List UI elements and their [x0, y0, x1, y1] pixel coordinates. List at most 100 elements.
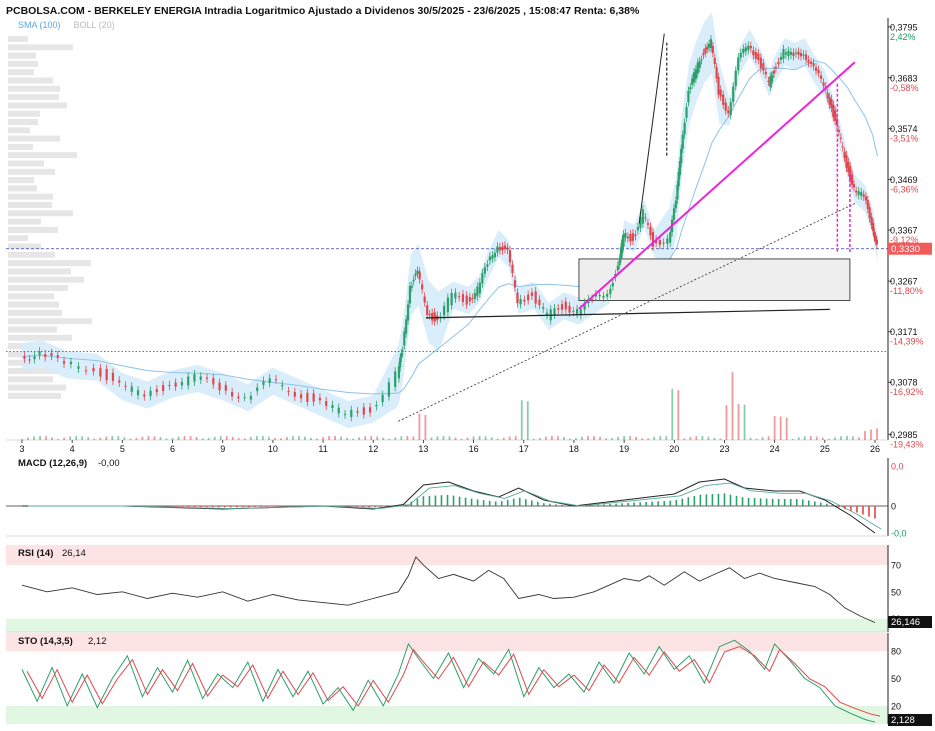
candle-body: [644, 217, 646, 218]
macd-histogram-bar: [236, 506, 238, 507]
candle-body: [50, 353, 52, 356]
price-tick-label: 0,3683: [890, 73, 918, 83]
macd-histogram-bar: [483, 500, 485, 506]
candle-body: [637, 227, 639, 230]
macd-histogram-bar: [471, 499, 473, 506]
volume-bar: [840, 436, 842, 440]
candle-body: [451, 293, 453, 305]
volume-bar: [178, 437, 180, 440]
support-trendline: [426, 309, 830, 317]
candle-body: [699, 61, 701, 68]
volume-bar: [804, 436, 806, 440]
volume-bar: [677, 390, 679, 440]
candle-body: [443, 306, 445, 316]
macd-histogram-bar: [188, 506, 190, 507]
macd-histogram-bar: [585, 505, 587, 506]
candle-body: [730, 102, 732, 115]
volume-bar: [250, 437, 252, 440]
macd-histogram-bar: [657, 501, 659, 506]
candle-body: [675, 201, 677, 209]
candle-body: [617, 266, 619, 271]
candle-body: [684, 122, 686, 134]
candle-body: [479, 283, 481, 294]
volume-bar: [563, 437, 565, 440]
candle-body: [851, 174, 853, 184]
candle-body: [649, 227, 651, 236]
volume-bar: [551, 436, 553, 440]
volume-bar: [69, 436, 71, 440]
macd-histogram-bar: [405, 504, 407, 506]
candle-body: [689, 87, 691, 89]
candle-body: [572, 311, 574, 312]
candle-body: [501, 247, 503, 251]
macd-histogram-bar: [555, 504, 557, 506]
volume-profile-bar: [8, 277, 84, 283]
candle-body: [553, 308, 555, 314]
candle-body: [143, 394, 145, 396]
macd-histogram-bar: [489, 501, 491, 506]
macd-histogram-bar: [272, 506, 274, 507]
price-tick-label: 0,3367: [890, 225, 918, 235]
macd-histogram-bar: [706, 494, 708, 506]
volume-bar: [527, 401, 529, 440]
macd-histogram-bar: [838, 506, 840, 507]
candle-body: [400, 353, 402, 358]
macd-histogram-bar: [730, 495, 732, 506]
candle-body: [506, 247, 508, 249]
volume-bar: [129, 439, 131, 440]
volume-bar: [623, 436, 625, 440]
chart-title: PCBOLSA.COM - BERKELEY ENERGIA Intradia …: [6, 5, 640, 17]
volume-profile-bar: [8, 210, 73, 216]
macd-histogram-bar: [814, 502, 816, 506]
volume-bar: [190, 436, 192, 440]
macd-histogram-bar: [760, 498, 762, 506]
candle-body: [124, 386, 126, 387]
candle-body: [187, 377, 189, 386]
x-tick-label: 24: [770, 444, 780, 454]
volume-bar: [376, 437, 378, 440]
volume-profile-bar: [8, 310, 62, 316]
volume-profile-bar: [8, 161, 44, 167]
macd-histogram-bar: [368, 506, 370, 507]
macd-histogram-bar: [242, 506, 244, 507]
candle-body: [175, 383, 177, 387]
volume-bar: [334, 436, 336, 440]
macd-histogram-bar: [525, 499, 527, 506]
volume-bar: [701, 436, 703, 440]
candle-body: [281, 385, 283, 386]
candle-body: [193, 374, 195, 381]
candle-body: [773, 71, 775, 74]
candle-body: [206, 378, 208, 379]
candle-body: [112, 373, 114, 381]
volume-bar: [220, 436, 222, 440]
candle-body: [527, 295, 529, 301]
volume-bar: [683, 438, 685, 440]
macd-histogram-bar: [591, 505, 593, 506]
candle-body: [275, 379, 277, 380]
sto-title: STO (14,3,5): [18, 636, 73, 647]
macd-ylabel: 0,0: [891, 462, 904, 472]
volume-bar: [834, 437, 836, 440]
candle-body: [712, 46, 714, 53]
macd-histogram-bar: [164, 506, 166, 507]
black-upline: [639, 34, 664, 224]
candle-body: [454, 293, 456, 299]
macd-histogram-bar: [567, 505, 569, 506]
candle-body: [538, 300, 540, 305]
volume-profile-bar: [8, 144, 33, 150]
candle-body: [820, 75, 822, 78]
volume-bar: [533, 439, 535, 440]
volume-bar: [123, 437, 125, 440]
rsi-value: 26,14: [62, 548, 86, 559]
candle-body: [787, 51, 789, 57]
candle-body: [466, 295, 468, 304]
macd-histogram-bar: [688, 497, 690, 506]
macd-histogram-bar: [832, 505, 834, 506]
rsi-oversold-band: [6, 619, 888, 632]
macd-histogram-bar: [609, 504, 611, 506]
candle-body: [77, 366, 79, 368]
volume-bar: [370, 436, 372, 440]
candle-body: [504, 245, 506, 249]
candle-body: [838, 130, 840, 132]
candle-body: [606, 294, 608, 297]
